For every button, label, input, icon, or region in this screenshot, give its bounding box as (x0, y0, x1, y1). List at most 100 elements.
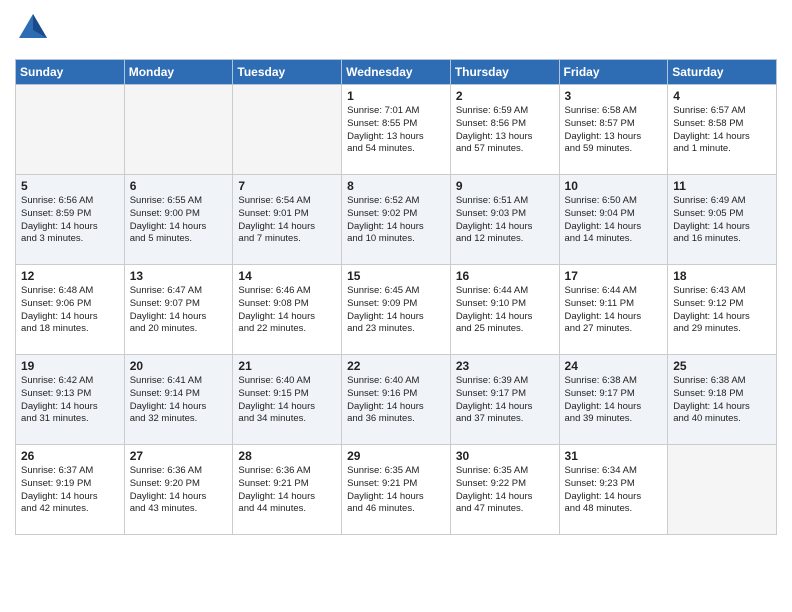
week-row-1: 1Sunrise: 7:01 AM Sunset: 8:55 PM Daylig… (16, 85, 777, 175)
day-info: Sunrise: 6:47 AM Sunset: 9:07 PM Dayligh… (130, 285, 228, 336)
calendar-cell: 10 Sunrise: 6:50 AM Sunset: 9:04 PM Dayli… (559, 175, 668, 265)
calendar-cell: 1Sunrise: 7:01 AM Sunset: 8:55 PM Daylig… (342, 85, 451, 175)
day-number: 3 (565, 89, 663, 103)
day-info: Sunrise: 6:36 AM Sunset: 9:20 PM Dayligh… (130, 465, 228, 516)
day-number: 26 (21, 449, 119, 463)
day-number: 5 (21, 179, 119, 193)
day-info: Sunrise: 6:42 AM Sunset: 9:13 PM Dayligh… (21, 375, 119, 426)
day-header-thursday: Thursday (450, 60, 559, 85)
page: SundayMondayTuesdayWednesdayThursdayFrid… (0, 0, 792, 612)
day-number: 16 (456, 269, 554, 283)
day-info: Sunrise: 6:37 AM Sunset: 9:19 PM Dayligh… (21, 465, 119, 516)
day-info: Sunrise: 6:39 AM Sunset: 9:17 PM Dayligh… (456, 375, 554, 426)
day-number: 6 (130, 179, 228, 193)
calendar-cell: 22 Sunrise: 6:40 AM Sunset: 9:16 PM Dayli… (342, 355, 451, 445)
day-header-monday: Monday (124, 60, 233, 85)
day-info: Sunrise: 6:40 AM Sunset: 9:15 PM Dayligh… (238, 375, 336, 426)
day-number: 17 (565, 269, 663, 283)
day-number: 29 (347, 449, 445, 463)
calendar-cell: 9 Sunrise: 6:51 AM Sunset: 9:03 PM Daylig… (450, 175, 559, 265)
day-info: Sunrise: 6:55 AM Sunset: 9:00 PM Dayligh… (130, 195, 228, 246)
day-number: 12 (21, 269, 119, 283)
header (15, 10, 777, 51)
day-info: Sunrise: 6:46 AM Sunset: 9:08 PM Dayligh… (238, 285, 336, 336)
day-info: Sunrise: 6:38 AM Sunset: 9:17 PM Dayligh… (565, 375, 663, 426)
calendar-cell: 28Sunrise: 6:36 AM Sunset: 9:21 PM Dayli… (233, 445, 342, 535)
day-number: 10 (565, 179, 663, 193)
day-header-sunday: Sunday (16, 60, 125, 85)
day-info: Sunrise: 6:54 AM Sunset: 9:01 PM Dayligh… (238, 195, 336, 246)
calendar-cell (233, 85, 342, 175)
day-info: Sunrise: 6:35 AM Sunset: 9:22 PM Dayligh… (456, 465, 554, 516)
calendar-cell: 16Sunrise: 6:44 AM Sunset: 9:10 PM Dayli… (450, 265, 559, 355)
calendar-cell (668, 445, 777, 535)
calendar-cell: 21 Sunrise: 6:40 AM Sunset: 9:15 PM Dayli… (233, 355, 342, 445)
day-number: 18 (673, 269, 771, 283)
day-header-wednesday: Wednesday (342, 60, 451, 85)
calendar-cell: 11 Sunrise: 6:49 AM Sunset: 9:05 PM Dayli… (668, 175, 777, 265)
day-info: Sunrise: 6:36 AM Sunset: 9:21 PM Dayligh… (238, 465, 336, 516)
day-number: 13 (130, 269, 228, 283)
day-number: 27 (130, 449, 228, 463)
day-info: Sunrise: 6:44 AM Sunset: 9:11 PM Dayligh… (565, 285, 663, 336)
calendar-cell: 15 Sunrise: 6:45 AM Sunset: 9:09 PM Dayli… (342, 265, 451, 355)
day-number: 15 (347, 269, 445, 283)
calendar-cell (16, 85, 125, 175)
logo-icon (15, 10, 51, 46)
day-info: Sunrise: 6:34 AM Sunset: 9:23 PM Dayligh… (565, 465, 663, 516)
day-info: Sunrise: 6:35 AM Sunset: 9:21 PM Dayligh… (347, 465, 445, 516)
day-info: Sunrise: 6:52 AM Sunset: 9:02 PM Dayligh… (347, 195, 445, 246)
day-info: Sunrise: 6:57 AM Sunset: 8:58 PM Dayligh… (673, 105, 771, 156)
day-number: 24 (565, 359, 663, 373)
calendar-cell: 2 Sunrise: 6:59 AM Sunset: 8:56 PM Daylig… (450, 85, 559, 175)
calendar-cell: 25Sunrise: 6:38 AM Sunset: 9:18 PM Dayli… (668, 355, 777, 445)
calendar-cell: 8 Sunrise: 6:52 AM Sunset: 9:02 PM Daylig… (342, 175, 451, 265)
day-info: Sunrise: 6:48 AM Sunset: 9:06 PM Dayligh… (21, 285, 119, 336)
day-number: 8 (347, 179, 445, 193)
calendar-cell: 3 Sunrise: 6:58 AM Sunset: 8:57 PM Daylig… (559, 85, 668, 175)
day-info: Sunrise: 6:58 AM Sunset: 8:57 PM Dayligh… (565, 105, 663, 156)
calendar-cell (124, 85, 233, 175)
calendar-cell: 31 Sunrise: 6:34 AM Sunset: 9:23 PM Dayli… (559, 445, 668, 535)
day-number: 7 (238, 179, 336, 193)
logo (15, 10, 53, 51)
day-number: 22 (347, 359, 445, 373)
day-info: Sunrise: 6:51 AM Sunset: 9:03 PM Dayligh… (456, 195, 554, 246)
calendar-cell: 12 Sunrise: 6:48 AM Sunset: 9:06 PM Dayli… (16, 265, 125, 355)
week-row-3: 12 Sunrise: 6:48 AM Sunset: 9:06 PM Dayli… (16, 265, 777, 355)
day-number: 11 (673, 179, 771, 193)
calendar-cell: 26 Sunrise: 6:37 AM Sunset: 9:19 PM Dayli… (16, 445, 125, 535)
week-row-2: 5 Sunrise: 6:56 AM Sunset: 8:59 PM Daylig… (16, 175, 777, 265)
calendar-cell: 6 Sunrise: 6:55 AM Sunset: 9:00 PM Daylig… (124, 175, 233, 265)
day-number: 2 (456, 89, 554, 103)
day-number: 21 (238, 359, 336, 373)
day-number: 19 (21, 359, 119, 373)
calendar-cell: 4Sunrise: 6:57 AM Sunset: 8:58 PM Daylig… (668, 85, 777, 175)
day-number: 31 (565, 449, 663, 463)
calendar-cell: 7 Sunrise: 6:54 AM Sunset: 9:01 PM Daylig… (233, 175, 342, 265)
day-number: 9 (456, 179, 554, 193)
day-info: Sunrise: 6:50 AM Sunset: 9:04 PM Dayligh… (565, 195, 663, 246)
day-number: 1 (347, 89, 445, 103)
calendar-cell: 30 Sunrise: 6:35 AM Sunset: 9:22 PM Dayli… (450, 445, 559, 535)
day-number: 20 (130, 359, 228, 373)
calendar-cell: 13 Sunrise: 6:47 AM Sunset: 9:07 PM Dayli… (124, 265, 233, 355)
day-info: Sunrise: 6:40 AM Sunset: 9:16 PM Dayligh… (347, 375, 445, 426)
calendar-cell: 29 Sunrise: 6:35 AM Sunset: 9:21 PM Dayli… (342, 445, 451, 535)
week-row-4: 19 Sunrise: 6:42 AM Sunset: 9:13 PM Dayli… (16, 355, 777, 445)
day-number: 23 (456, 359, 554, 373)
day-header-tuesday: Tuesday (233, 60, 342, 85)
day-info: Sunrise: 6:59 AM Sunset: 8:56 PM Dayligh… (456, 105, 554, 156)
days-header-row: SundayMondayTuesdayWednesdayThursdayFrid… (16, 60, 777, 85)
calendar-cell: 19 Sunrise: 6:42 AM Sunset: 9:13 PM Dayli… (16, 355, 125, 445)
day-header-saturday: Saturday (668, 60, 777, 85)
week-row-5: 26 Sunrise: 6:37 AM Sunset: 9:19 PM Dayli… (16, 445, 777, 535)
day-info: Sunrise: 6:43 AM Sunset: 9:12 PM Dayligh… (673, 285, 771, 336)
calendar: SundayMondayTuesdayWednesdayThursdayFrid… (15, 59, 777, 535)
day-info: Sunrise: 6:45 AM Sunset: 9:09 PM Dayligh… (347, 285, 445, 336)
day-info: Sunrise: 6:56 AM Sunset: 8:59 PM Dayligh… (21, 195, 119, 246)
day-info: Sunrise: 6:38 AM Sunset: 9:18 PM Dayligh… (673, 375, 771, 426)
calendar-cell: 23 Sunrise: 6:39 AM Sunset: 9:17 PM Dayli… (450, 355, 559, 445)
day-number: 30 (456, 449, 554, 463)
day-info: Sunrise: 6:49 AM Sunset: 9:05 PM Dayligh… (673, 195, 771, 246)
